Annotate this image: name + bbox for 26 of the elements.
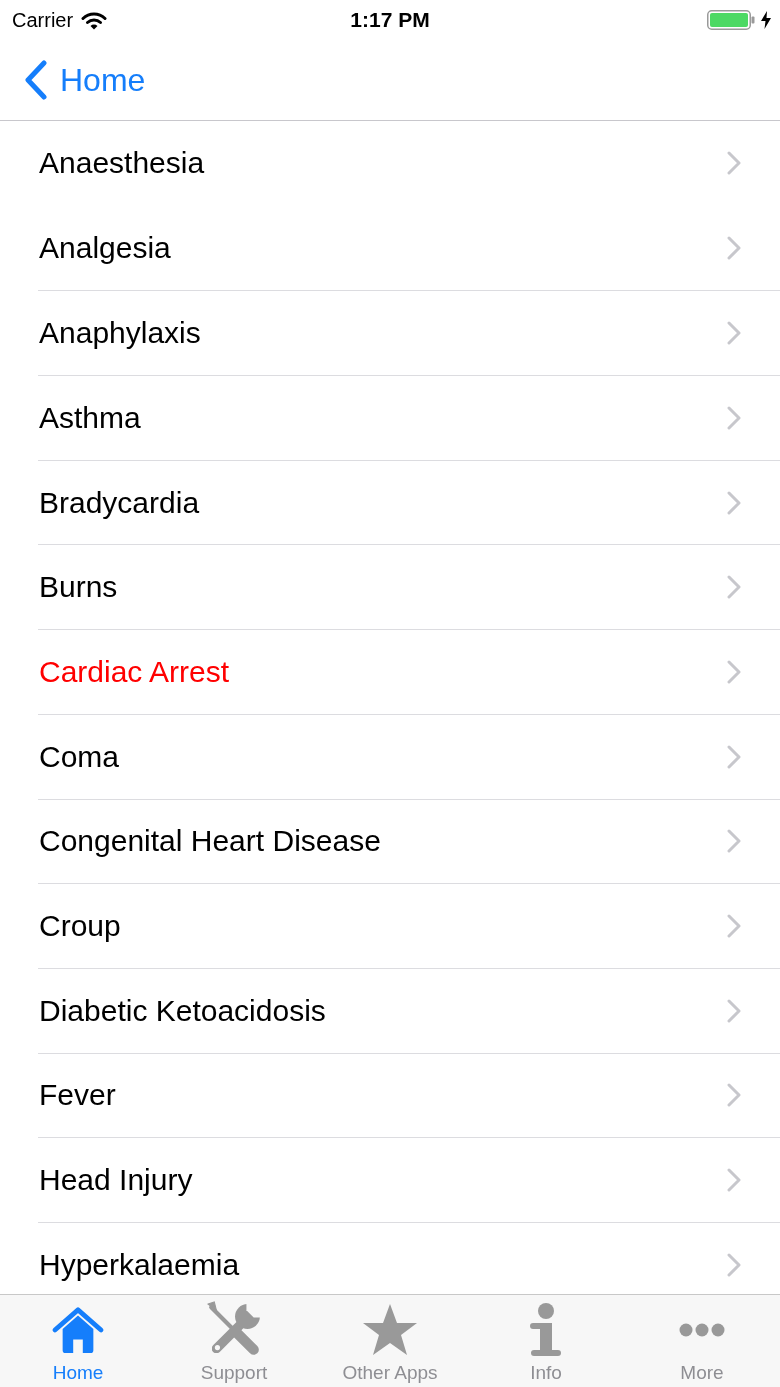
tab-item[interactable]: Home	[0, 1295, 156, 1387]
carrier-name: Carrier	[12, 8, 74, 32]
chevron-right-icon	[727, 151, 741, 176]
info-icon	[530, 1302, 562, 1358]
chevron-right-icon	[727, 321, 741, 346]
chevron-right-icon	[727, 1168, 741, 1193]
chevron-right-icon	[727, 405, 741, 430]
chevron-left-icon	[24, 60, 48, 100]
chevron-right-icon	[727, 744, 741, 769]
more-icon	[679, 1323, 725, 1337]
back-button[interactable]: Home	[0, 40, 154, 120]
lightning-bolt-icon	[761, 11, 771, 29]
chevron-right-icon	[727, 236, 741, 261]
clock-time: 1:17 PM	[350, 8, 430, 32]
battery-icon	[707, 10, 755, 30]
chevron-right-icon	[727, 998, 741, 1023]
star-icon	[362, 1303, 418, 1357]
chevron-right-icon	[727, 490, 741, 515]
chevron-right-icon	[727, 1083, 741, 1108]
chevron-right-icon	[727, 914, 741, 939]
wifi-icon	[81, 10, 108, 30]
chevron-right-icon	[727, 575, 741, 600]
chevron-right-icon	[727, 659, 741, 684]
house-icon	[51, 1306, 105, 1354]
chevron-right-icon	[727, 829, 741, 854]
chevron-right-icon	[727, 1252, 741, 1277]
